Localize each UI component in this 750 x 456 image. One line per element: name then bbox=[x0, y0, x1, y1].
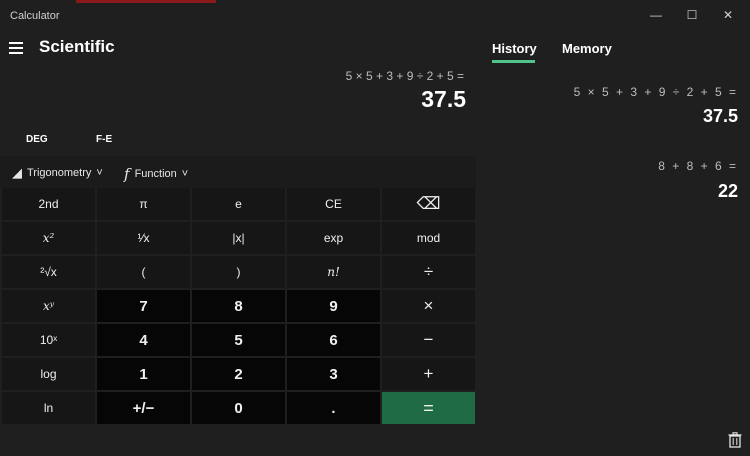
triangle-icon: ◢ bbox=[12, 165, 22, 180]
close-paren-button[interactable]: ) bbox=[192, 256, 285, 288]
absolute-button[interactable]: |x| bbox=[192, 222, 285, 254]
digit-3-button[interactable]: 3 bbox=[287, 358, 380, 390]
trigonometry-label: Trigonometry bbox=[27, 167, 92, 179]
digit-6-button[interactable]: 6 bbox=[287, 324, 380, 356]
active-tab-indicator bbox=[492, 60, 535, 63]
digit-4-button[interactable]: 4 bbox=[97, 324, 190, 356]
history-expression[interactable]: 8 + 8 + 6 = bbox=[658, 159, 738, 173]
factorial-button[interactable]: n! bbox=[287, 256, 380, 288]
history-result[interactable]: 22 bbox=[718, 181, 738, 202]
power-button[interactable]: xʸ bbox=[2, 290, 95, 322]
tab-history[interactable]: History bbox=[492, 41, 537, 56]
ln-button[interactable]: ln bbox=[2, 392, 95, 424]
result-display: 37.5 bbox=[421, 86, 466, 112]
history-panel: History Memory 5 × 5 + 3 + 9 ÷ 2 + 5 = 3… bbox=[476, 32, 750, 456]
digit-1-button[interactable]: 1 bbox=[97, 358, 190, 390]
chevron-down-icon: ˅ bbox=[181, 168, 189, 180]
pi-button[interactable]: π bbox=[97, 188, 190, 220]
reciprocal-button[interactable]: ¹⁄x bbox=[97, 222, 190, 254]
function-dropdown[interactable]: f Function ˅ bbox=[124, 165, 188, 183]
decimal-button[interactable]: . bbox=[287, 392, 380, 424]
function-toolbar: ◢ Trigonometry ˅ f Function ˅ bbox=[0, 156, 476, 188]
exp-button[interactable]: exp bbox=[287, 222, 380, 254]
digit-5-button[interactable]: 5 bbox=[192, 324, 285, 356]
history-result[interactable]: 37.5 bbox=[703, 106, 738, 127]
fe-button[interactable]: F-E bbox=[96, 134, 112, 145]
function-icon: f bbox=[124, 165, 130, 183]
clear-entry-button[interactable]: CE bbox=[287, 188, 380, 220]
negate-button[interactable]: +/− bbox=[97, 392, 190, 424]
chevron-down-icon: ˅ bbox=[96, 167, 103, 179]
tab-memory[interactable]: Memory bbox=[562, 41, 612, 56]
open-paren-button[interactable]: ( bbox=[97, 256, 190, 288]
square-root-button[interactable]: ²√x bbox=[2, 256, 95, 288]
e-button[interactable]: e bbox=[192, 188, 285, 220]
trigonometry-dropdown[interactable]: ◢ Trigonometry ˅ bbox=[12, 165, 103, 181]
keypad: 2nd π e CE ⌫ x² ¹⁄x |x| exp mod ²√x ( ) … bbox=[2, 188, 476, 424]
log-button[interactable]: log bbox=[2, 358, 95, 390]
close-icon[interactable]: ✕ bbox=[718, 8, 738, 24]
equals-button[interactable]: = bbox=[382, 392, 475, 424]
digit-2-button[interactable]: 2 bbox=[192, 358, 285, 390]
window-title: Calculator bbox=[10, 10, 60, 22]
digit-8-button[interactable]: 8 bbox=[192, 290, 285, 322]
menu-icon[interactable] bbox=[9, 42, 23, 54]
ten-power-button[interactable]: 10ˣ bbox=[2, 324, 95, 356]
digit-9-button[interactable]: 9 bbox=[287, 290, 380, 322]
function-label: Function bbox=[134, 168, 177, 180]
title-bar: Calculator — ☐ ✕ bbox=[0, 0, 750, 32]
subtract-button[interactable]: − bbox=[382, 324, 475, 356]
digit-7-button[interactable]: 7 bbox=[97, 290, 190, 322]
history-expression[interactable]: 5 × 5 + 3 + 9 ÷ 2 + 5 = bbox=[574, 85, 738, 99]
expression-display: 5 × 5 + 3 + 9 ÷ 2 + 5 = bbox=[345, 69, 464, 83]
angle-mode-button[interactable]: DEG bbox=[26, 134, 48, 145]
trash-icon[interactable] bbox=[728, 432, 742, 448]
divide-button[interactable]: ÷ bbox=[382, 256, 475, 288]
mode-title: Scientific bbox=[39, 37, 115, 56]
second-button[interactable]: 2nd bbox=[2, 188, 95, 220]
digit-0-button[interactable]: 0 bbox=[192, 392, 285, 424]
minimize-icon[interactable]: — bbox=[646, 8, 666, 24]
title-decoration bbox=[76, 0, 216, 3]
multiply-button[interactable]: × bbox=[382, 290, 475, 322]
backspace-button[interactable]: ⌫ bbox=[382, 188, 475, 220]
square-button[interactable]: x² bbox=[2, 222, 95, 254]
maximize-icon[interactable]: ☐ bbox=[682, 8, 702, 24]
mod-button[interactable]: mod bbox=[382, 222, 475, 254]
add-button[interactable]: + bbox=[382, 358, 475, 390]
